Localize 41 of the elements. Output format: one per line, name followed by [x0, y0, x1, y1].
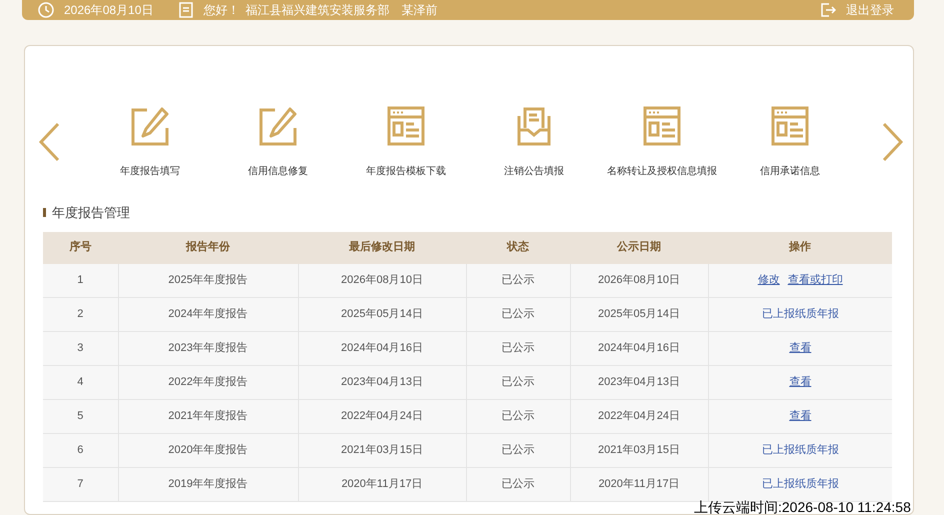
table-cell: 7 — [43, 468, 118, 502]
column-header: 操作 — [708, 232, 892, 264]
action-link[interactable]: 已上报纸质年报 — [762, 308, 839, 320]
shortcut-link[interactable]: 年度报告填写 — [120, 164, 180, 178]
shortcut-link[interactable]: 年度报告模板下载 — [366, 164, 446, 178]
form-window-icon — [771, 106, 809, 146]
column-header: 状态 — [466, 232, 570, 264]
column-header: 报告年份 — [118, 232, 298, 264]
section-marker — [43, 208, 46, 218]
column-header: 最后修改日期 — [298, 232, 466, 264]
column-header: 公示日期 — [570, 232, 708, 264]
action-link[interactable]: 已上报纸质年报 — [762, 444, 839, 456]
table-cell: 2019年年度报告 — [118, 468, 298, 502]
shortcut-link[interactable]: 注销公告填报 — [504, 164, 564, 178]
shortcut-link[interactable]: 名称转让及授权信息填报 — [607, 164, 717, 178]
table-cell: 2020年11月17日 — [298, 468, 466, 502]
company-name: 福江县福兴建筑安装服务部 — [245, 2, 390, 19]
pencil-square-icon — [131, 106, 169, 146]
pencil-square-icon — [259, 106, 297, 146]
shortcut-link[interactable]: 信用承诺信息 — [760, 164, 820, 178]
shortcut-link[interactable]: 信用信息修复 — [248, 164, 308, 178]
document-icon — [179, 2, 194, 18]
current-date: 2026年08月10日 — [64, 2, 154, 19]
column-header: 序号 — [43, 232, 118, 264]
table-cell: 已公示 — [466, 468, 570, 502]
action-link[interactable]: 查看 — [789, 410, 812, 422]
action-link[interactable]: 查看 — [789, 342, 812, 354]
form-window-icon — [387, 106, 425, 146]
greeting-text: 您好！ — [203, 2, 240, 19]
upload-timestamp: 上传云端时间:2026-08-10 11:24:58 — [694, 500, 911, 514]
action-link[interactable]: 查看 — [789, 376, 812, 388]
clock-icon — [38, 2, 54, 18]
form-window-icon — [643, 106, 681, 146]
action-link[interactable]: 已上报纸质年报 — [762, 478, 839, 490]
user-name: 某泽前 — [401, 2, 438, 19]
inbox-document-icon — [515, 106, 553, 146]
action-link[interactable]: 查看或打印 — [788, 274, 843, 286]
section-title: 年度报告管理 — [52, 204, 130, 222]
logout-icon — [820, 2, 836, 18]
table-cell: 2020年11月17日 — [570, 468, 708, 502]
action-link[interactable]: 修改 — [758, 274, 780, 286]
